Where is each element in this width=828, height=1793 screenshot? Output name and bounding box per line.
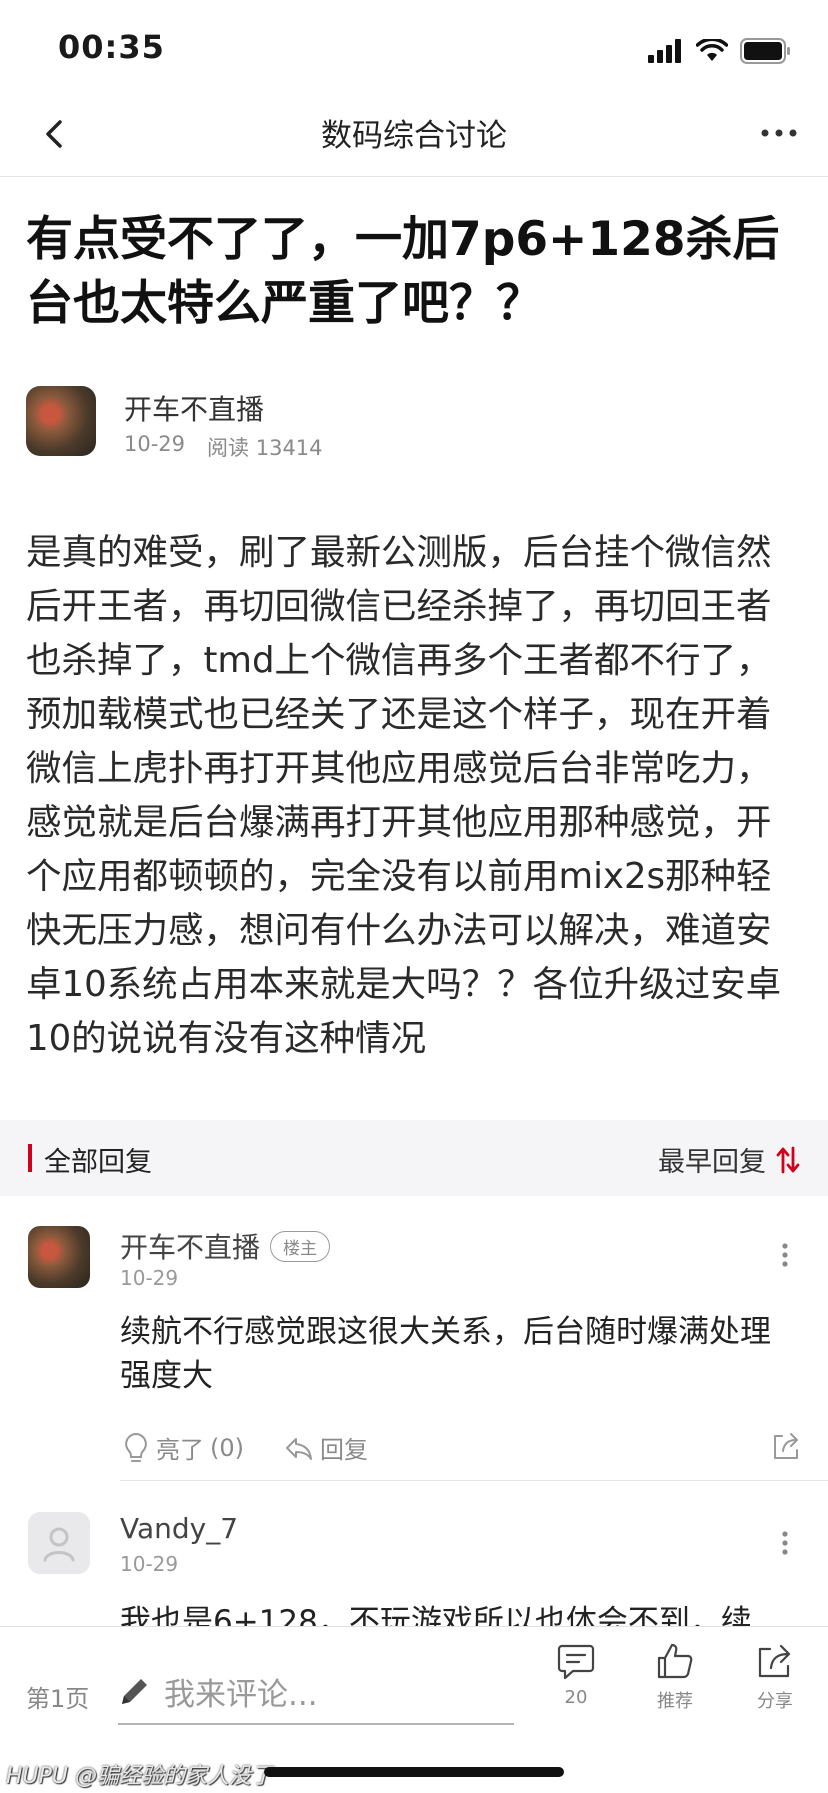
comment-more-icon[interactable] bbox=[770, 1528, 800, 1558]
reply-arrow-icon bbox=[286, 1437, 312, 1460]
post-date: 10-29 bbox=[124, 432, 186, 456]
sort-arrows-icon bbox=[776, 1146, 800, 1173]
op-badge: 楼主 bbox=[270, 1230, 331, 1262]
post-meta: 10-29 阅读 13414 bbox=[124, 432, 323, 462]
read-number: 13414 bbox=[255, 436, 323, 460]
post-body: 是真的难受，刷了最新公测版，后台挂个微信然后开王者，再切回微信已经杀掉了，再切回… bbox=[26, 532, 782, 1059]
pencil-icon bbox=[122, 1679, 147, 1704]
like-button[interactable]: 亮了 (0) bbox=[122, 1430, 244, 1465]
watermark-brand: HUPU bbox=[6, 1764, 69, 1789]
read-label: 阅读 bbox=[207, 436, 250, 460]
comment-date: 10-29 bbox=[120, 1552, 179, 1576]
comment-date: 10-29 bbox=[120, 1266, 179, 1290]
comments-button[interactable]: 20 bbox=[541, 1641, 611, 1708]
sort-button[interactable]: 最早回复 bbox=[658, 1140, 800, 1179]
page-indicator[interactable]: 第1页 bbox=[26, 1679, 89, 1714]
home-indicator[interactable] bbox=[264, 1767, 564, 1777]
comment-text: 续航不行感觉跟这很大关系，后台随时爆满处理强度大 bbox=[120, 1314, 771, 1394]
sort-label: 最早回复 bbox=[658, 1147, 766, 1178]
status-time: 00:35 bbox=[58, 28, 165, 66]
more-dots-icon[interactable] bbox=[758, 118, 800, 148]
replies-section-label: 全部回复 bbox=[44, 1147, 152, 1178]
watermark-text: @骗经验的家人没了 bbox=[75, 1764, 274, 1789]
nav-bar: 数码综合讨论 bbox=[0, 92, 828, 177]
section-marker bbox=[28, 1144, 32, 1172]
page-title: 数码综合讨论 bbox=[321, 118, 507, 154]
comment-author[interactable]: 开车不直播 楼主 bbox=[120, 1226, 331, 1266]
comment-more-icon[interactable] bbox=[770, 1240, 800, 1270]
comment-divider bbox=[120, 1480, 828, 1481]
comment-avatar[interactable] bbox=[28, 1226, 90, 1288]
comment-text: 我也是6+128，不玩游戏所以也体会不到，续 bbox=[120, 1604, 752, 1626]
comment-author-name: 开车不直播 bbox=[120, 1231, 261, 1264]
reply-button[interactable]: 回复 bbox=[284, 1430, 368, 1465]
comment-author-name[interactable]: Vandy_7 bbox=[120, 1512, 238, 1545]
reply-label: 回复 bbox=[320, 1436, 368, 1464]
post-title: 有点受不了了，一加7p6+128杀后台也太特么严重了吧？？ bbox=[26, 212, 780, 331]
recommend-label: 推荐 bbox=[657, 1691, 693, 1712]
comment-avatar[interactable] bbox=[28, 1512, 90, 1574]
share-icon[interactable] bbox=[770, 1430, 802, 1462]
wifi-icon bbox=[696, 39, 728, 61]
watermark: HUPU @骗经验的家人没了 bbox=[6, 1758, 273, 1790]
share-button[interactable]: 分享 bbox=[740, 1641, 810, 1713]
comment-placeholder: 我来评论... bbox=[164, 1676, 318, 1713]
share-icon bbox=[758, 1644, 791, 1678]
status-icons bbox=[648, 38, 792, 64]
replies-header: 全部回复 最早回复 bbox=[0, 1120, 828, 1196]
recommend-button[interactable]: 推荐 bbox=[640, 1641, 710, 1713]
read-count: 阅读 13414 bbox=[207, 432, 323, 462]
like-count: (0) bbox=[210, 1433, 244, 1462]
signal-icon bbox=[648, 39, 681, 63]
author-name[interactable]: 开车不直播 bbox=[124, 388, 264, 428]
thumbs-up-icon bbox=[657, 1643, 693, 1679]
share-label: 分享 bbox=[757, 1691, 793, 1712]
battery-icon bbox=[740, 38, 790, 64]
comment-bubble-icon bbox=[557, 1644, 595, 1680]
comments-count: 20 bbox=[564, 1687, 588, 1708]
author-avatar[interactable] bbox=[26, 386, 96, 456]
default-user-icon bbox=[43, 1527, 75, 1562]
like-label: 亮了 bbox=[156, 1436, 204, 1464]
lightbulb-icon bbox=[125, 1432, 147, 1462]
comment-input[interactable]: 我来评论... bbox=[118, 1659, 514, 1725]
